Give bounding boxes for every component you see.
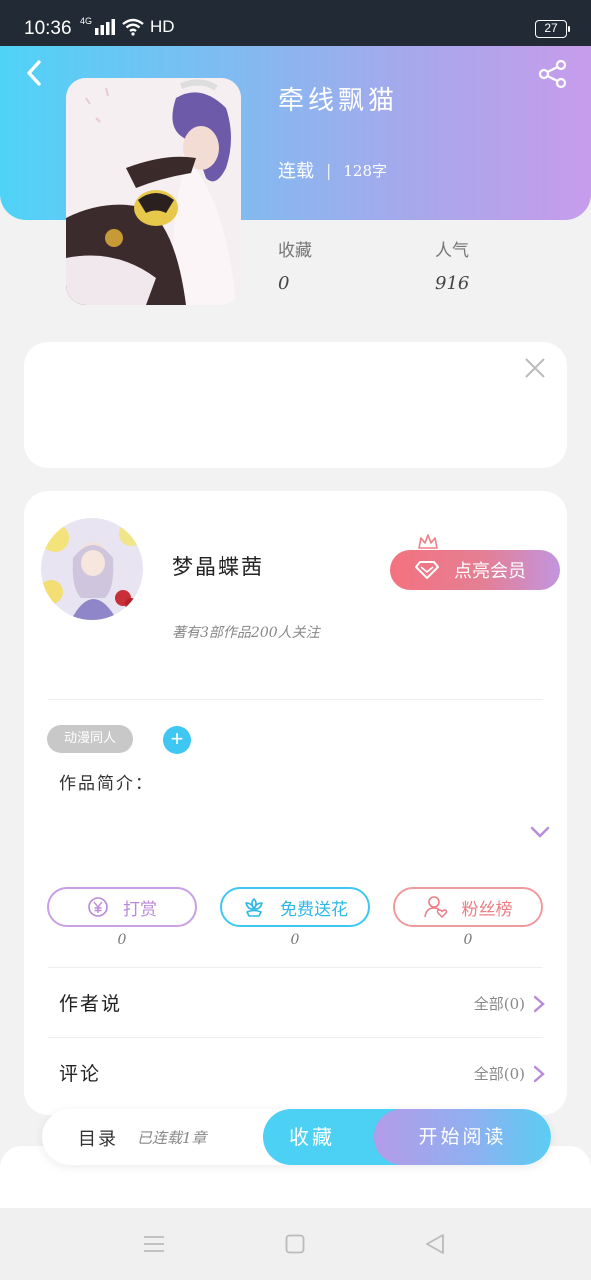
toc-button[interactable]: 目录 xyxy=(78,1125,118,1151)
add-tag-button[interactable]: + xyxy=(163,726,191,754)
start-reading-button[interactable]: 开始阅读 xyxy=(374,1109,551,1165)
fan-ranking-button[interactable]: 粉丝榜 xyxy=(393,887,543,927)
divider xyxy=(48,1037,543,1038)
avatar-illustration xyxy=(41,518,143,620)
signal-icon xyxy=(95,19,116,35)
comments-link[interactable]: 全部(0) xyxy=(474,1063,545,1084)
book-title: 牵线飘猫 xyxy=(278,86,399,116)
meta-separator: | xyxy=(326,160,332,180)
favorites-value: 0 xyxy=(278,273,290,294)
network-type: 4G xyxy=(80,16,93,26)
avatar[interactable] xyxy=(41,518,143,620)
divider xyxy=(48,699,543,700)
back-button[interactable] xyxy=(20,58,50,88)
chevron-right-icon xyxy=(533,1065,545,1082)
flower-icon xyxy=(245,898,263,917)
fan-icon xyxy=(423,896,447,918)
home-icon[interactable] xyxy=(285,1234,305,1254)
flower-count: 0 xyxy=(290,932,300,948)
battery-icon: 27 xyxy=(535,20,570,38)
intro-label: 作品简介： xyxy=(59,774,154,794)
author-name[interactable]: 梦晶蝶茜 xyxy=(172,551,264,581)
yen-icon xyxy=(88,897,108,917)
author-notes-link[interactable]: 全部(0) xyxy=(474,993,545,1014)
cover-illustration xyxy=(66,78,241,305)
diamond-icon xyxy=(415,561,439,579)
status-time: 10:36 xyxy=(24,18,72,39)
favorites-stat: 收藏 0 xyxy=(278,236,312,294)
popularity-stat: 人气 916 xyxy=(435,236,469,294)
fan-ranking-label: 粉丝榜 xyxy=(461,899,513,919)
bottom-action-bar: 目录 已连载1章 收藏 开始阅读 xyxy=(42,1109,551,1165)
close-icon[interactable] xyxy=(523,356,547,380)
favorites-label: 收藏 xyxy=(278,241,312,261)
word-count: 128字 xyxy=(343,161,388,180)
comments-count: 全部(0) xyxy=(473,1065,525,1083)
fan-count: 0 xyxy=(463,932,473,948)
author-notes-title: 作者说 xyxy=(59,993,123,1015)
send-flower-button[interactable]: 免费送花 xyxy=(220,887,370,927)
ad-card xyxy=(24,342,567,468)
book-meta: 连载 | 128字 xyxy=(278,157,387,183)
status-icons: 4G HD xyxy=(80,16,175,37)
popularity-label: 人气 xyxy=(435,241,469,261)
vip-label: 点亮会员 xyxy=(454,561,526,581)
author-notes-row[interactable]: 作者说 全部(0) xyxy=(24,971,567,1035)
send-flower-label: 免费送花 xyxy=(280,899,348,919)
book-cover[interactable] xyxy=(66,78,241,305)
status-bar: 10:36 4G HD 27 xyxy=(0,0,591,46)
wifi-icon xyxy=(122,18,144,36)
reward-button[interactable]: 打赏 xyxy=(47,887,197,927)
share-icon[interactable] xyxy=(537,58,569,90)
book-detail-card: 梦晶蝶茜 著有3部作品200人关注 点亮会员 动漫同人 + 作品简介： 打赏 免… xyxy=(24,491,567,1115)
serial-status: 连载 xyxy=(278,161,314,182)
system-nav-bar xyxy=(0,1208,591,1280)
chevron-right-icon xyxy=(533,995,545,1012)
reward-label: 打赏 xyxy=(123,899,157,919)
genre-tag[interactable]: 动漫同人 xyxy=(47,725,133,753)
comments-title: 评论 xyxy=(59,1063,102,1085)
popularity-value: 916 xyxy=(435,273,470,294)
divider xyxy=(48,967,543,968)
chevron-down-icon[interactable] xyxy=(529,824,551,840)
author-notes-count: 全部(0) xyxy=(473,995,525,1013)
crown-icon xyxy=(418,534,438,549)
reward-count: 0 xyxy=(117,932,127,948)
comments-row[interactable]: 评论 全部(0) xyxy=(24,1041,567,1105)
menu-icon[interactable] xyxy=(143,1234,165,1254)
back-nav-icon[interactable] xyxy=(424,1233,446,1255)
hd-indicator: HD xyxy=(150,17,175,36)
vip-button[interactable]: 点亮会员 xyxy=(390,550,560,590)
author-stats: 著有3部作品200人关注 xyxy=(172,625,320,641)
chapters-label: 已连载1章 xyxy=(137,1129,207,1147)
